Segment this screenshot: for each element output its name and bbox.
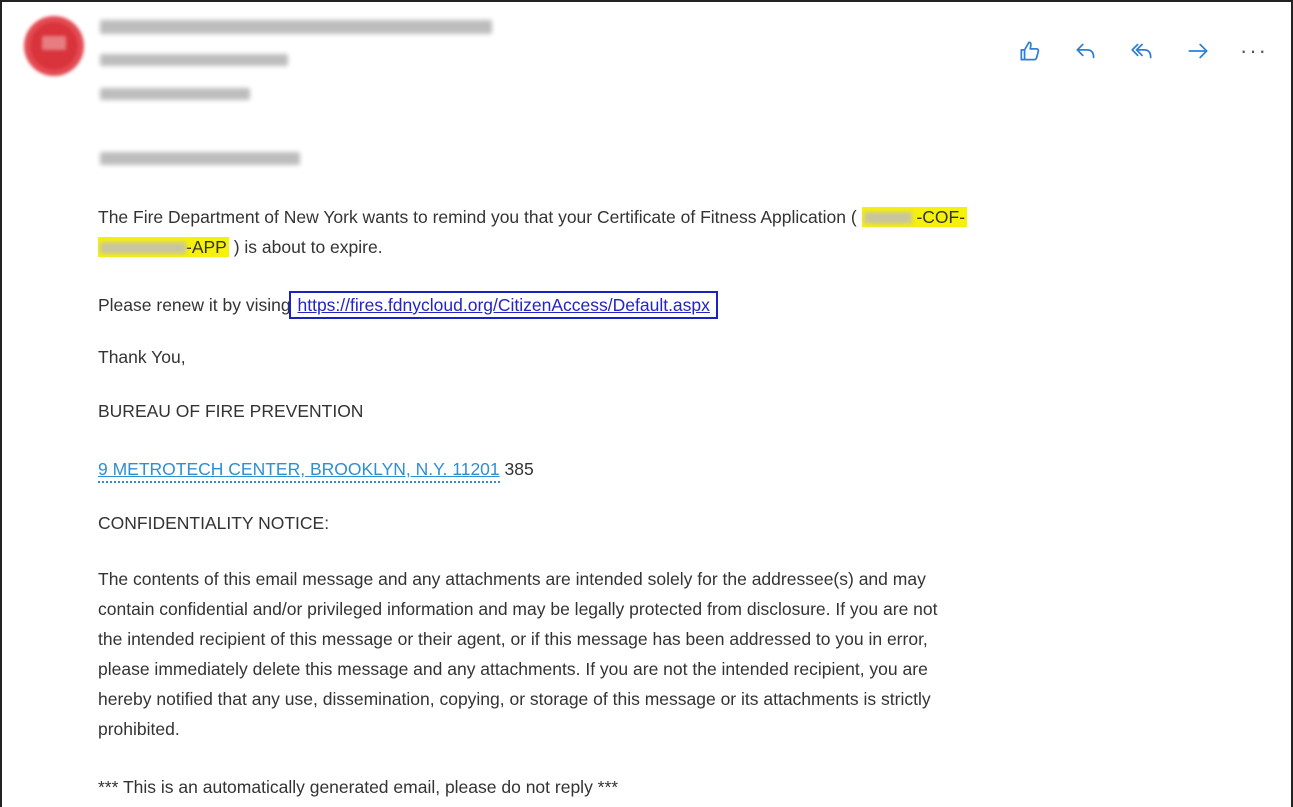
email-reading-pane: ··· The Fire Department of New York want…	[0, 0, 1293, 807]
greeting-line	[100, 152, 300, 165]
renew-link[interactable]: https://fires.fdnycloud.org/CitizenAcces…	[297, 295, 709, 315]
expiry-paragraph: The Fire Department of New York wants to…	[98, 207, 968, 257]
message-actions: ···	[1013, 36, 1271, 66]
auto-generated-notice: *** This is an automatically generated e…	[98, 777, 619, 797]
reply-button[interactable]	[1069, 36, 1103, 66]
confidentiality-notice: The contents of this email message and a…	[98, 569, 938, 739]
reply-all-icon	[1131, 43, 1152, 59]
renew-paragraph: Please renew it by vising https://fires.…	[98, 290, 1258, 320]
sender-avatar[interactable]	[24, 16, 84, 76]
renew-link-box: https://fires.fdnycloud.org/CitizenAcces…	[289, 291, 718, 319]
reply-icon	[1076, 43, 1095, 59]
more-icon: ···	[1240, 38, 1268, 63]
sender-name	[100, 20, 492, 34]
like-button[interactable]	[1013, 36, 1047, 66]
application-id-highlight: -COF-	[861, 207, 968, 227]
address-line: 9 METROTECH CENTER, BROOKLYN, N.Y. 11201…	[98, 454, 1258, 484]
address-link[interactable]: 9 METROTECH CENTER, BROOKLYN, N.Y. 11201	[98, 459, 500, 483]
like-icon	[1020, 41, 1040, 61]
more-actions-button[interactable]: ···	[1237, 36, 1271, 66]
application-suffix-highlight: -APP	[98, 237, 229, 257]
recipient-line	[100, 54, 288, 66]
confidentiality-heading: CONFIDENTIALITY NOTICE:	[98, 513, 330, 533]
forward-icon	[1188, 43, 1208, 59]
bureau-line: BUREAU OF FIRE PREVENTION	[98, 401, 364, 421]
date-line	[100, 88, 250, 100]
thanks-line: Thank You,	[98, 347, 186, 367]
forward-button[interactable]	[1181, 36, 1215, 66]
reply-all-button[interactable]	[1125, 36, 1159, 66]
